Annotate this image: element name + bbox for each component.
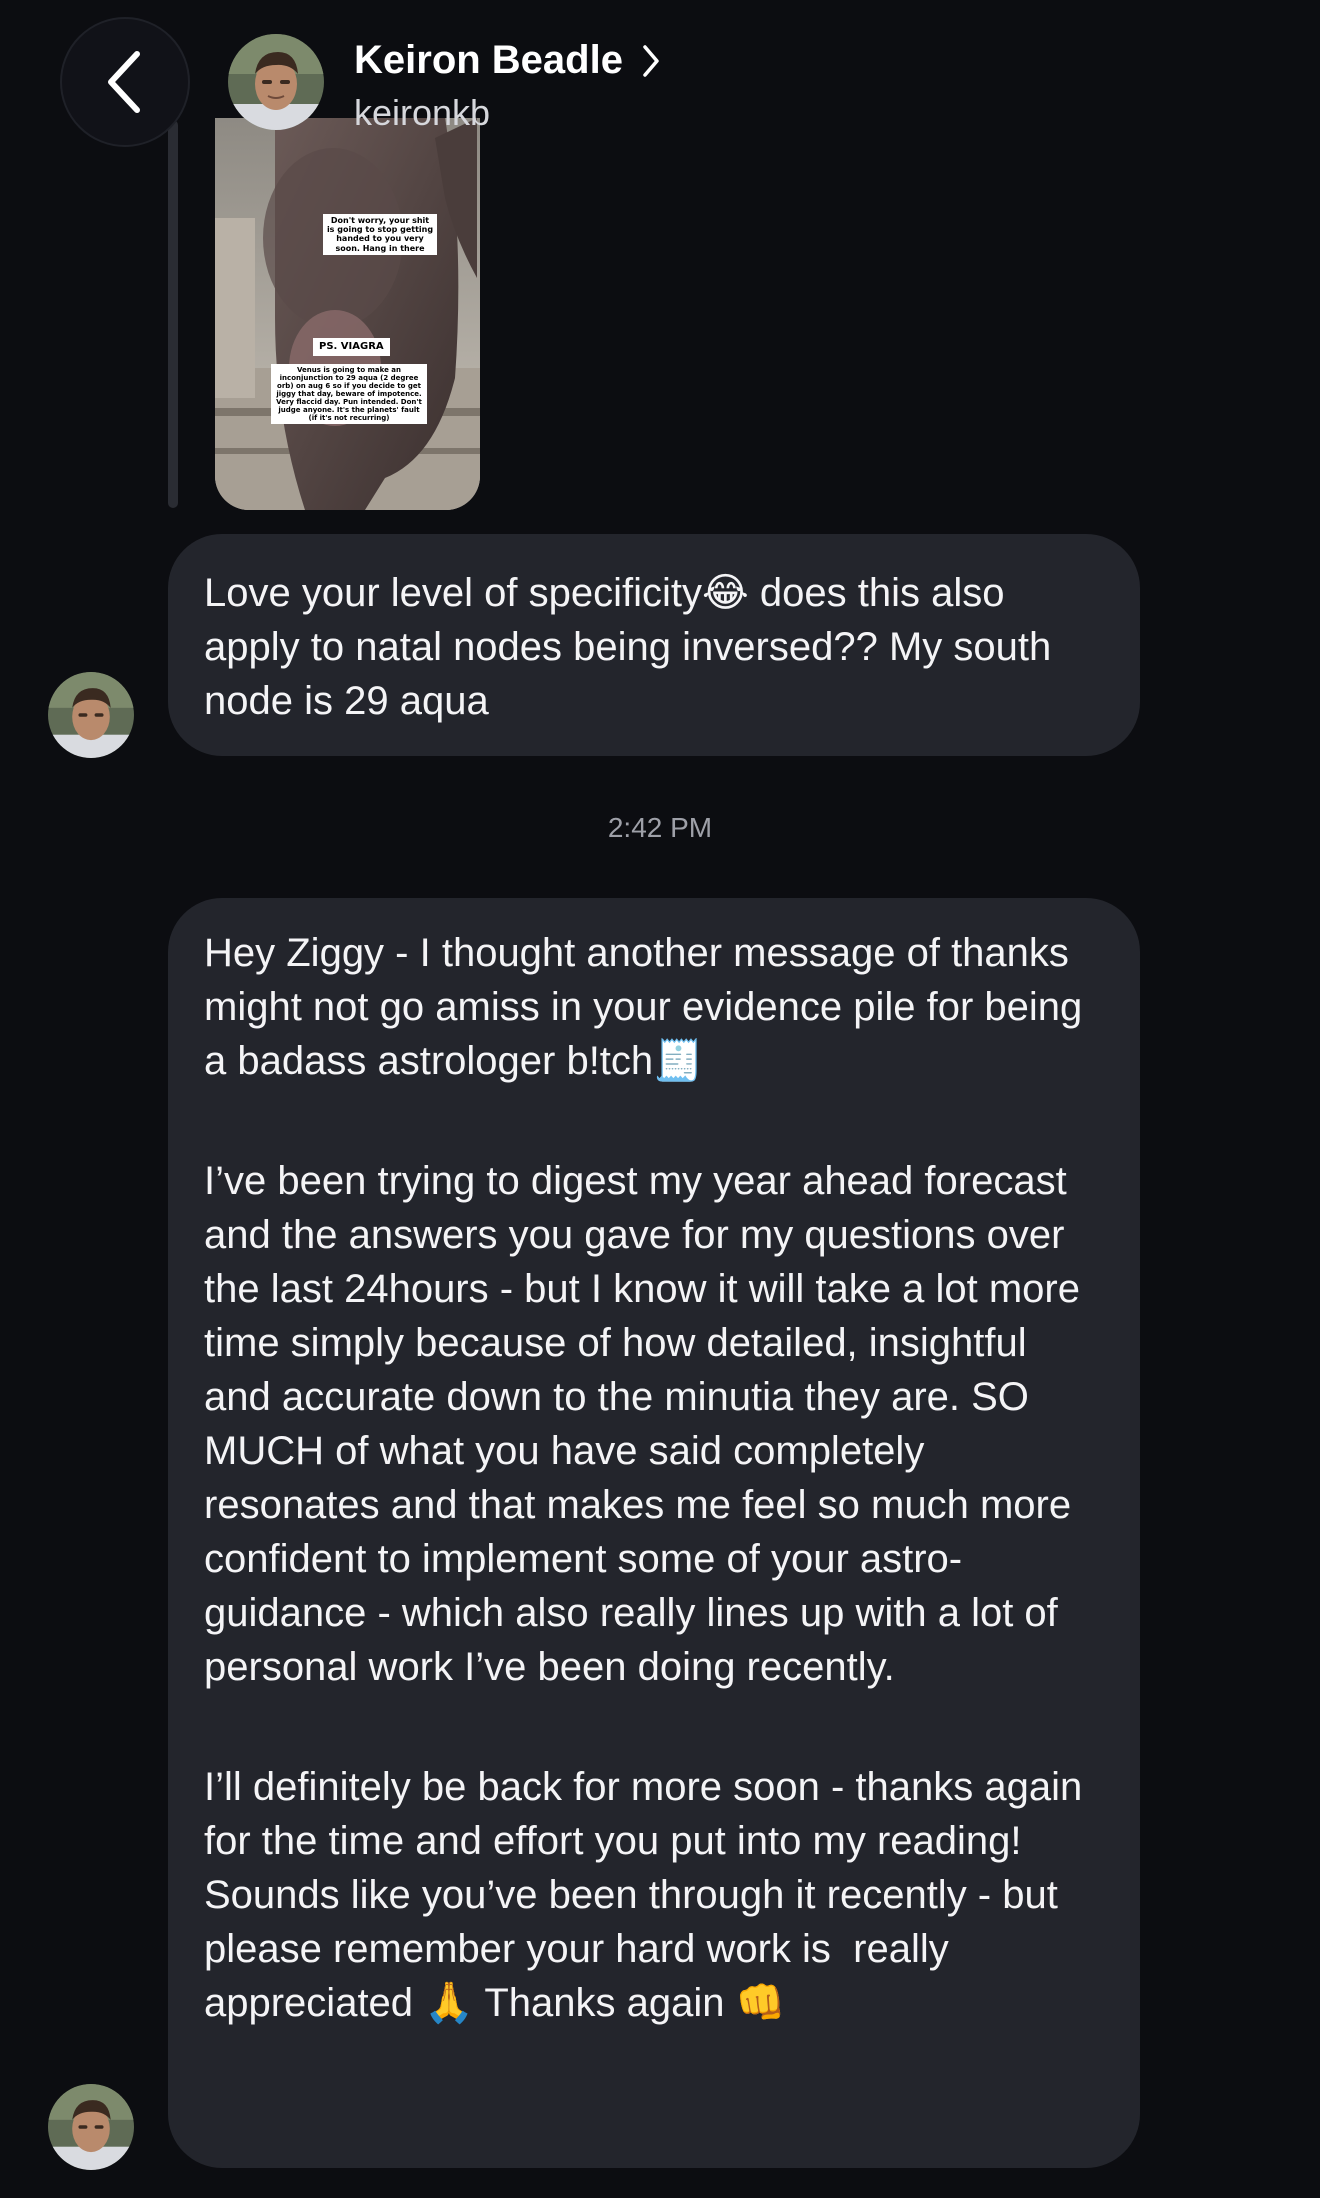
- goat-photo: [215, 118, 480, 510]
- shared-image-message[interactable]: Don't worry, your shit is going to stop …: [215, 118, 480, 510]
- chat-header: Keiron Beadle keironkb: [0, 0, 1320, 150]
- image-caption-bottom: Venus is going to make an inconjunction …: [271, 364, 427, 425]
- image-caption-top: Don't worry, your shit is going to stop …: [323, 214, 437, 255]
- chat-screen: Keiron Beadle keironkb Don't worry, your…: [0, 0, 1320, 2198]
- chevron-right-icon: [643, 44, 659, 77]
- contact-name-link[interactable]: Keiron Beadle: [354, 38, 661, 83]
- message-bubble[interactable]: Love your level of specificity😂 does thi…: [168, 534, 1140, 756]
- contact-avatar[interactable]: [228, 34, 324, 130]
- message-paragraph: Hey Ziggy - I thought another message of…: [204, 931, 1094, 1083]
- chevron-left-icon: [108, 51, 140, 113]
- contact-username: keironkb: [354, 92, 491, 133]
- timestamp: 2:42 PM: [607, 812, 713, 843]
- message-avatar[interactable]: [48, 672, 134, 758]
- message-paragraph: I’ll definitely be back for more soon - …: [204, 1765, 1094, 2025]
- message-text: Love your level of specificity😂 does thi…: [204, 571, 1052, 723]
- reply-thread-line: [168, 120, 178, 508]
- image-caption-middle: PS. VIAGRA: [313, 338, 390, 356]
- message-avatar[interactable]: [48, 2084, 134, 2170]
- message-bubble[interactable]: Hey Ziggy - I thought another message of…: [168, 898, 1140, 2168]
- message-paragraph: I’ve been trying to digest my year ahead…: [204, 1159, 1092, 1689]
- back-button[interactable]: [60, 17, 190, 147]
- contact-name: Keiron Beadle: [354, 38, 623, 82]
